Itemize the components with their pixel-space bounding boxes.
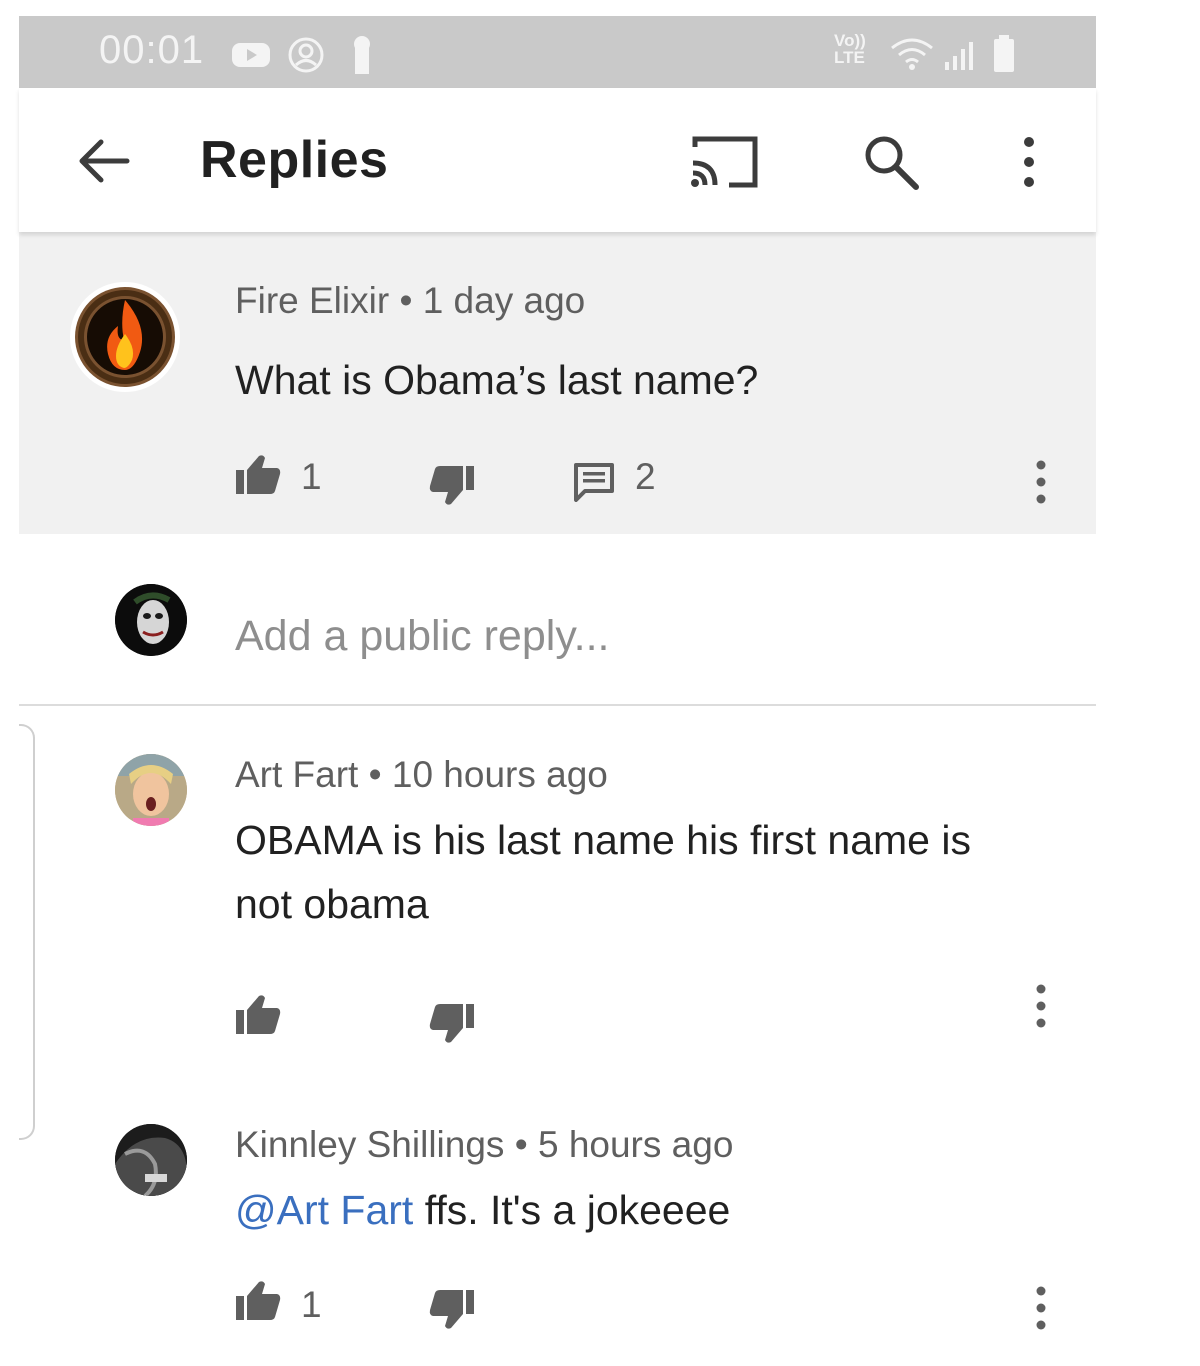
avatar-kinnley-shillings[interactable] [115, 1124, 187, 1196]
dislike-icon[interactable] [427, 1002, 475, 1046]
parent-like-count: 1 [301, 456, 322, 497]
kinnley-avatar-image [115, 1124, 187, 1196]
reply-meta: Kinnley Shillings • 5 hours ago [235, 1124, 733, 1166]
like-icon[interactable] [235, 992, 283, 1036]
search-icon[interactable] [862, 133, 920, 191]
like-icon[interactable] [235, 1278, 283, 1322]
reply-comment-icon[interactable] [573, 462, 615, 502]
reply-input[interactable]: Add a public reply... [235, 612, 609, 661]
reply-like-count: 1 [301, 1284, 322, 1325]
thread-indicator [19, 724, 35, 1140]
avatar-fire-elixir[interactable] [70, 282, 180, 392]
youtube-notification-icon [232, 43, 270, 67]
meta-separator: • [368, 754, 382, 795]
keyhole-notification-icon [354, 36, 370, 74]
app-bar: Replies [19, 88, 1096, 232]
reply-text-content: ffs. It's a jokeeee [413, 1187, 731, 1233]
page-title: Replies [200, 131, 389, 189]
art-fart-avatar-image [115, 754, 187, 826]
reply-text: OBAMA is his last name his first name is… [235, 817, 971, 927]
meta-separator: • [514, 1124, 528, 1165]
parent-comment-menu-icon[interactable] [1031, 458, 1051, 506]
reply-author[interactable]: Art Fart [235, 754, 358, 795]
phone-screen: 00:01 Vo)) LTE Replies Fire Elixir • 1 d… [19, 16, 1096, 1366]
parent-author[interactable]: Fire Elixir [235, 280, 389, 321]
signal-icon [945, 42, 973, 70]
dislike-icon[interactable] [427, 1288, 475, 1332]
joker-avatar-image [115, 584, 187, 656]
like-icon[interactable] [235, 452, 283, 496]
parent-comment: Fire Elixir • 1 day ago What is Obama’s … [19, 232, 1096, 534]
current-user-avatar [115, 584, 187, 656]
parent-comment-meta: Fire Elixir • 1 day ago [235, 280, 585, 322]
more-options-icon[interactable] [1017, 134, 1041, 190]
fire-avatar-image [75, 287, 175, 387]
dislike-icon[interactable] [427, 464, 475, 508]
battery-icon [994, 35, 1014, 72]
avatar-art-fart[interactable] [115, 754, 187, 826]
meta-separator: • [399, 280, 413, 321]
status-time: 00:01 [99, 28, 205, 72]
account-notification-icon [288, 37, 324, 73]
reply-age[interactable]: 10 hours ago [392, 754, 608, 795]
reply-author[interactable]: Kinnley Shillings [235, 1124, 504, 1165]
reply-menu-icon[interactable] [1031, 1284, 1051, 1332]
add-reply-row: Add a public reply... [19, 534, 1096, 706]
lte-label: LTE [834, 48, 865, 67]
cast-icon[interactable] [689, 133, 761, 191]
volte-indicator: Vo)) LTE [834, 32, 866, 66]
back-arrow-icon[interactable] [77, 138, 131, 184]
mention-link[interactable]: @Art Fart [235, 1187, 413, 1233]
reply-meta: Art Fart • 10 hours ago [235, 754, 608, 796]
reply-age[interactable]: 5 hours ago [538, 1124, 733, 1165]
parent-reply-count: 2 [635, 456, 656, 497]
status-bar: 00:01 Vo)) LTE [19, 16, 1096, 88]
reply-text: @Art Fart ffs. It's a jokeeee [235, 1178, 1035, 1242]
parent-comment-text: What is Obama’s last name? [235, 357, 759, 403]
reply-menu-icon[interactable] [1031, 982, 1051, 1030]
wifi-icon [891, 38, 933, 70]
parent-age[interactable]: 1 day ago [423, 280, 586, 321]
